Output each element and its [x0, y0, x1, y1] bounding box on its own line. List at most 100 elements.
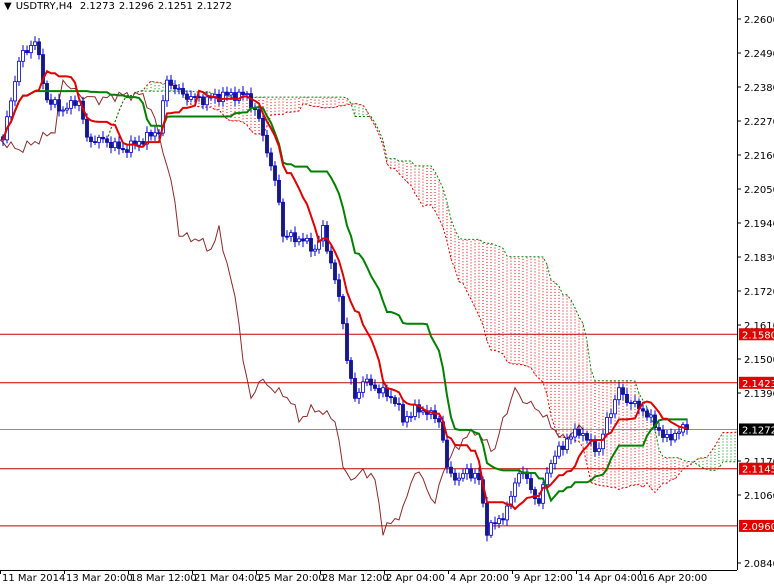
- candle: [353, 372, 357, 402]
- high-value: 2.1296: [118, 1, 154, 12]
- candle-body: [353, 378, 357, 399]
- candle-body: [573, 428, 577, 438]
- y-tick-label: 2.1390: [744, 389, 774, 400]
- candle: [341, 293, 345, 330]
- candle-body: [281, 201, 285, 237]
- candle-body: [141, 141, 145, 145]
- candle: [445, 436, 449, 474]
- candle: [25, 45, 29, 56]
- candle: [329, 245, 333, 269]
- y-tick-label: 2.1060: [744, 491, 774, 502]
- candle-body: [413, 404, 417, 417]
- candle-body: [165, 79, 169, 102]
- candle: [265, 129, 269, 158]
- candle-body: [49, 99, 53, 105]
- candle: [681, 422, 685, 437]
- candle: [65, 102, 69, 114]
- candle: [13, 75, 17, 107]
- x-tick-label: 2 Apr 04:00: [386, 573, 445, 584]
- candle: [529, 472, 533, 494]
- senkou-span-a-line: [106, 80, 737, 494]
- candle-body: [513, 482, 517, 497]
- candle-body: [553, 455, 557, 465]
- candle: [473, 469, 477, 484]
- candle: [393, 394, 397, 407]
- candle-body: [469, 468, 473, 479]
- candle: [557, 441, 561, 459]
- x-tick-label: 4 Apr 20:00: [450, 573, 509, 584]
- candle: [97, 134, 101, 149]
- candle-body: [489, 522, 493, 536]
- candle-body: [365, 378, 369, 383]
- candle: [305, 234, 309, 245]
- candle: [625, 388, 629, 406]
- candle: [301, 232, 305, 248]
- x-tick-label: 11 Mar 2014: [2, 573, 65, 584]
- y-tick-label: 2.2600: [744, 15, 774, 26]
- price-chart[interactable]: 2.2600 2.2490 2.2380 2.2270 2.2160 2.2050 2.19…: [0, 0, 774, 584]
- x-tick-label: 16 Apr 20:00: [642, 573, 707, 584]
- candle-body: [561, 445, 565, 450]
- candle: [125, 144, 129, 159]
- candle: [245, 91, 249, 100]
- candle: [617, 382, 621, 405]
- candle: [629, 399, 633, 410]
- candle: [565, 433, 569, 454]
- candle: [253, 104, 257, 116]
- candle-body: [581, 433, 585, 436]
- candle-body: [29, 45, 33, 54]
- plot-area: [0, 36, 737, 542]
- candle-body: [105, 138, 109, 143]
- candle: [237, 88, 241, 104]
- candle-body: [501, 518, 505, 521]
- candle-body: [65, 107, 69, 111]
- y-tick-label: 2.2490: [744, 49, 774, 60]
- y-tick-label: 2.1720: [744, 287, 774, 298]
- candle: [49, 93, 53, 111]
- candle-body: [433, 410, 437, 419]
- candle-body: [641, 408, 645, 412]
- candle: [337, 273, 341, 302]
- candle: [577, 425, 581, 439]
- candle-body: [369, 378, 373, 386]
- candle: [657, 422, 661, 437]
- x-tick-label: 9 Apr 12:00: [514, 573, 573, 584]
- candle-body: [609, 413, 613, 418]
- candle-body: [529, 478, 533, 490]
- candle-body: [445, 439, 449, 468]
- candle: [73, 95, 77, 109]
- candle-body: [241, 91, 245, 95]
- candle-body: [629, 402, 633, 404]
- candle-body: [25, 50, 29, 54]
- x-tick-label: 14 Apr 04:00: [578, 573, 643, 584]
- candle-body: [461, 473, 465, 479]
- candle: [29, 40, 33, 59]
- candle: [449, 461, 453, 478]
- chart-window[interactable]: 2.2600 2.2490 2.2380 2.2270 2.2160 2.2050 2.19…: [0, 0, 774, 584]
- x-tick-label: 18 Mar 12:00: [130, 573, 197, 584]
- candle: [561, 441, 565, 456]
- candle: [33, 36, 37, 50]
- candle: [333, 259, 337, 285]
- candle: [321, 220, 325, 247]
- level-price-label: 2.1580: [742, 330, 774, 341]
- candle: [285, 230, 289, 241]
- low-value: 2.1251: [157, 1, 193, 12]
- candle-body: [633, 400, 637, 404]
- candle-body: [289, 232, 293, 237]
- candle-body: [673, 433, 677, 441]
- candle-body: [657, 427, 661, 431]
- candle-body: [645, 410, 649, 418]
- candle: [489, 520, 493, 538]
- candle-body: [57, 99, 61, 112]
- candle: [177, 83, 181, 95]
- candle: [109, 136, 113, 154]
- triangle-down-icon[interactable]: ▼: [4, 1, 12, 12]
- candle: [541, 481, 545, 510]
- candle: [573, 423, 577, 443]
- candle-body: [293, 232, 297, 243]
- candle-body: [421, 410, 425, 413]
- candle: [273, 161, 277, 187]
- candle-body: [157, 132, 161, 135]
- level-price-label: 2.1145: [742, 465, 774, 476]
